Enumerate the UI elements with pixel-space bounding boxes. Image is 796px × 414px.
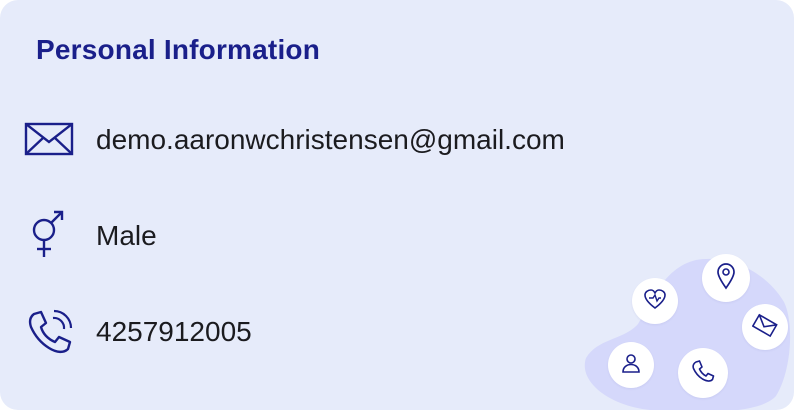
email-value: demo.aaronwchristensen@gmail.com xyxy=(96,124,565,155)
heart-icon xyxy=(642,286,668,317)
gender-value: Male xyxy=(96,220,157,251)
email-row[interactable]: demo.aaronwchristensen@gmail.com xyxy=(24,114,565,166)
contact-decoration xyxy=(580,250,794,410)
personal-info-card: Personal Information demo.aaronwchristen… xyxy=(0,0,794,410)
phone-value: 4257912005 xyxy=(96,316,252,347)
gender-icon xyxy=(24,210,76,262)
gender-row: Male xyxy=(24,210,157,262)
phone-row[interactable]: 4257912005 xyxy=(24,306,252,358)
envelope-icon xyxy=(24,114,76,166)
mail-bubble xyxy=(742,304,788,350)
phone-bubble xyxy=(678,348,728,398)
person-bubble xyxy=(608,342,654,388)
card-title: Personal Information xyxy=(36,34,321,65)
location-pin-icon xyxy=(713,262,739,295)
person-icon xyxy=(619,351,643,380)
phone-icon xyxy=(690,358,716,389)
location-bubble xyxy=(702,254,750,302)
heart-bubble xyxy=(632,278,678,324)
mail-icon xyxy=(751,312,778,343)
phone-icon xyxy=(24,306,76,358)
